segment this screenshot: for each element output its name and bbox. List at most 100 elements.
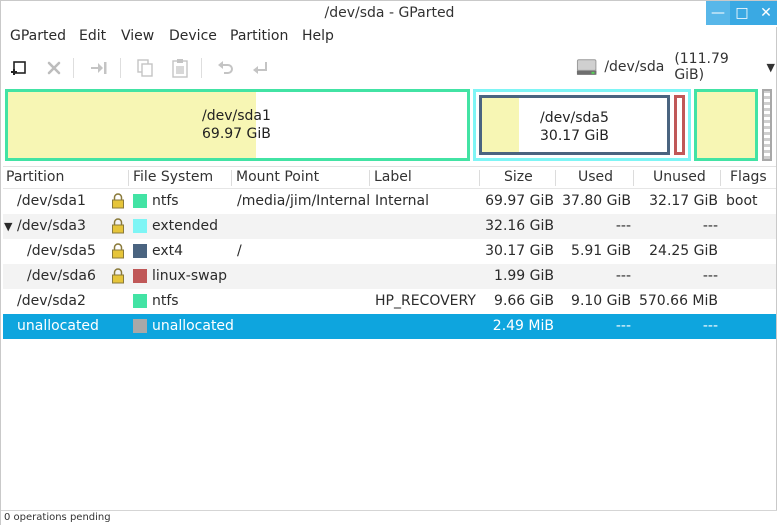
filesystem-cell: linux-swap [152,268,228,284]
table-row-selected[interactable]: unallocated unallocated 2.49 MiB --- --- [3,314,776,339]
copy-button[interactable] [132,55,158,81]
operations-pending-status: 0 operations pending [4,512,111,523]
column-file-system[interactable]: File System [133,169,213,185]
filesystem-cell: ntfs [152,293,179,309]
table-row[interactable]: /dev/sda2 ntfs HP_RECOVERY 9.66 GiB 9.10… [3,289,776,314]
copy-icon [137,59,153,77]
used-cell: 9.10 GiB [571,293,631,309]
lock-icon [111,243,125,263]
maximize-button[interactable]: □ [730,1,754,25]
table-row[interactable]: ▼ /dev/sda3 extended 32.16 GiB --- --- [3,214,776,239]
partition-name: /dev/sda5 [540,110,609,126]
disk-map-sda5[interactable]: /dev/sda5 30.17 GiB [479,95,670,155]
label-cell: Internal [375,193,429,209]
unused-cell: 24.25 GiB [649,243,718,259]
table-header: Partition File System Mount Point Label … [3,167,776,189]
filesystem-color-swatch [133,219,147,233]
partition-size: 69.97 GiB [202,126,271,142]
delete-icon [47,61,61,75]
column-divider[interactable] [633,170,634,186]
partition-name: /dev/sda1 [202,108,271,124]
partition-cell: /dev/sda1 [17,193,86,209]
menu-device[interactable]: Device [169,28,217,44]
expander-arrow-icon[interactable]: ▼ [4,220,12,233]
used-cell: --- [615,318,631,334]
device-selector[interactable]: /dev/sda (111.79 GiB) ▼ [573,51,775,83]
unused-cell: --- [702,218,718,234]
close-button[interactable]: ✕ [754,1,777,25]
unused-cell: --- [702,318,718,334]
column-partition[interactable]: Partition [6,169,64,185]
size-cell: 9.66 GiB [494,293,554,309]
menu-gparted[interactable]: GParted [10,28,66,44]
apply-button[interactable] [247,55,273,81]
partition-table: Partition File System Mount Point Label … [3,166,776,509]
column-size[interactable]: Size [504,169,533,185]
disk-map-sda6[interactable] [674,95,685,155]
size-cell: 1.99 GiB [494,268,554,284]
table-row[interactable]: /dev/sda1 ntfs /media/jim/Internal Inter… [3,189,776,214]
filesystem-color-swatch [133,294,147,308]
hard-disk-icon [576,59,597,75]
table-row[interactable]: /dev/sda6 linux-swap 1.99 GiB --- --- [3,264,776,289]
disk-map-sda1[interactable]: /dev/sda1 69.97 GiB [5,89,470,161]
used-cell: --- [615,218,631,234]
menu-edit[interactable]: Edit [79,28,106,44]
title-bar[interactable]: /dev/sda - GParted — □ ✕ [1,1,777,27]
mount-point-cell: / [237,243,242,259]
column-divider[interactable] [369,170,370,186]
label-cell: HP_RECOVERY [375,293,476,309]
column-label[interactable]: Label [374,169,412,185]
column-divider[interactable] [479,170,480,186]
menu-bar: GParted Edit View Device Partition Help [1,27,777,49]
menu-view[interactable]: View [121,28,154,44]
disk-map-extended[interactable]: /dev/sda5 30.17 GiB [473,89,691,161]
size-cell: 32.16 GiB [485,218,554,234]
column-divider[interactable] [555,170,556,186]
filesystem-color-swatch [133,194,147,208]
toolbar-separator [120,58,121,78]
disk-map: /dev/sda1 69.97 GiB /dev/sda5 30.17 GiB [5,89,775,161]
lock-icon [111,193,125,213]
partition-label: /dev/sda5 30.17 GiB [540,109,609,145]
new-partition-button[interactable] [6,55,32,81]
menu-partition[interactable]: Partition [230,28,288,44]
paste-button[interactable] [167,55,193,81]
lock-icon [111,268,125,288]
used-cell: 37.80 GiB [562,193,631,209]
filesystem-cell: extended [152,218,219,234]
minimize-button[interactable]: — [706,1,730,25]
dropdown-arrow-icon: ▼ [766,60,775,74]
disk-map-unallocated[interactable] [762,89,772,161]
flags-cell: boot [726,193,758,209]
unused-cell: 570.66 MiB [638,293,718,309]
table-row[interactable]: /dev/sda5 ext4 / 30.17 GiB 5.91 GiB 24.2… [3,239,776,264]
toolbar-separator [201,58,202,78]
column-unused[interactable]: Unused [653,169,706,185]
unused-cell: --- [702,268,718,284]
partition-cell: /dev/sda6 [27,268,96,284]
resize-move-button[interactable] [86,55,112,81]
column-flags[interactable]: Flags [730,169,767,185]
column-mount-point[interactable]: Mount Point [236,169,319,185]
maximize-icon: □ [735,5,749,21]
column-divider[interactable] [720,170,721,186]
column-divider[interactable] [231,170,232,186]
toolbar-separator [73,58,74,78]
minimize-icon: — [711,5,725,21]
used-space-fill [482,98,519,152]
disk-map-sda2[interactable] [694,89,758,161]
undo-button[interactable] [213,55,239,81]
gparted-window: /dev/sda - GParted — □ ✕ GParted Edit Vi… [0,0,777,525]
partition-cell: /dev/sda5 [27,243,96,259]
column-used[interactable]: Used [578,169,613,185]
delete-button[interactable] [41,55,67,81]
menu-help[interactable]: Help [302,28,334,44]
partition-cell: /dev/sda2 [17,293,86,309]
paste-icon [172,59,188,78]
used-cell: --- [615,268,631,284]
used-cell: 5.91 GiB [571,243,631,259]
column-divider[interactable] [128,170,129,186]
close-icon: ✕ [760,5,772,21]
filesystem-cell: ext4 [152,243,184,259]
